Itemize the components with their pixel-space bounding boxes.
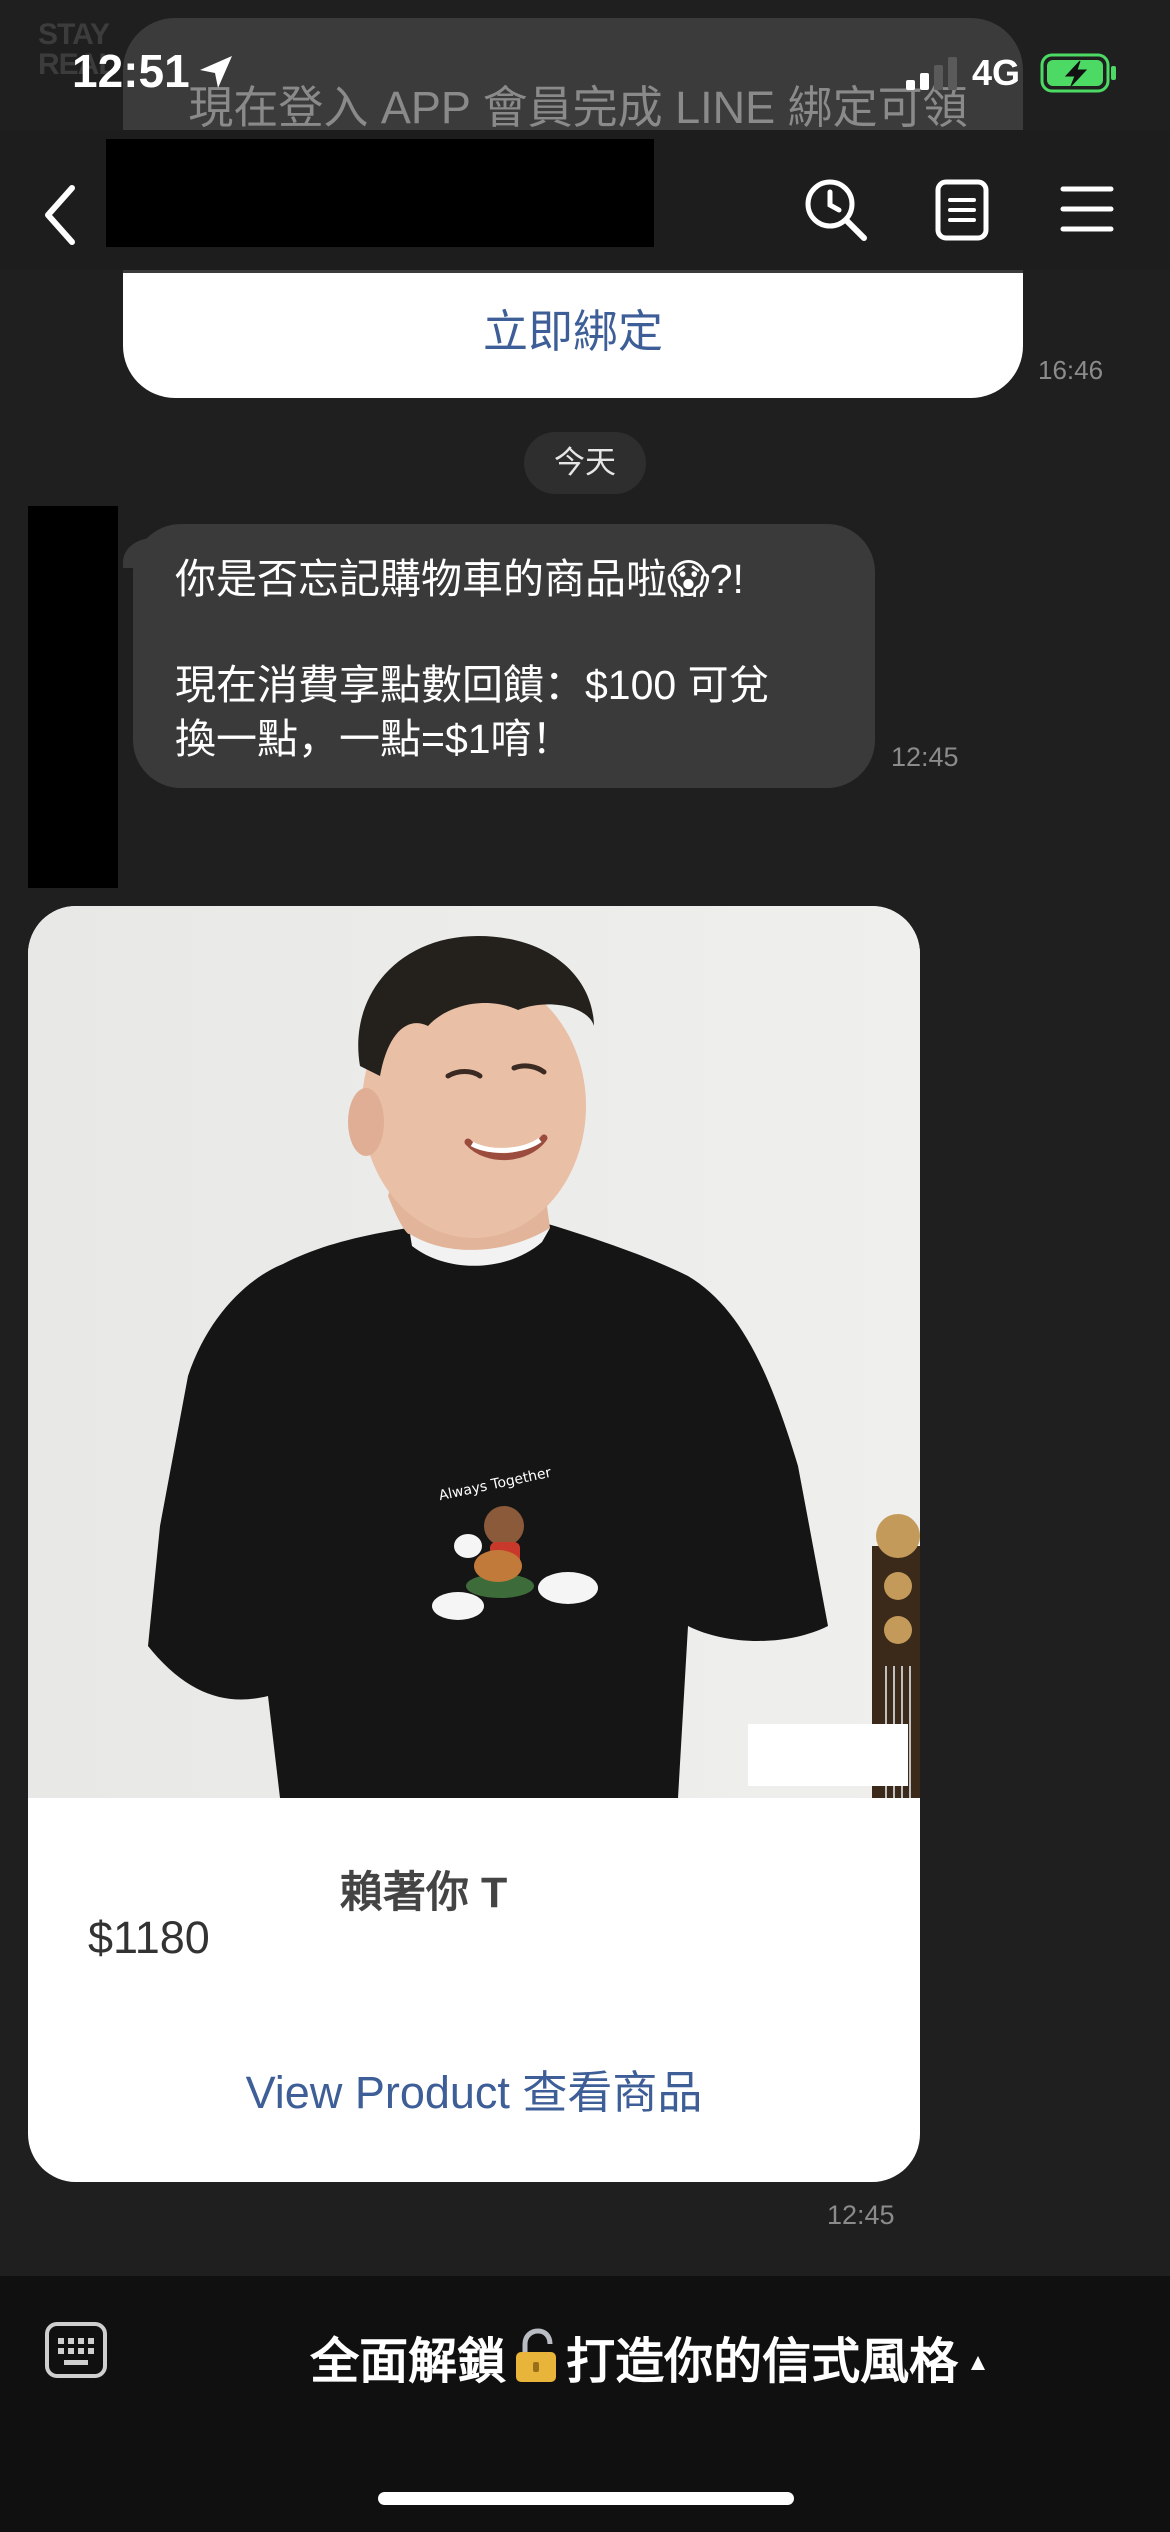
notes-icon[interactable]: [934, 178, 990, 242]
message-line-3: 換一點，一點=$1唷！: [175, 716, 573, 762]
product-card[interactable]: Always Together 賴著你 T $1180 View Product…: [28, 906, 920, 2182]
rich-menu-caret-icon: ▲: [966, 2349, 990, 2376]
chat-name-redacted: [106, 139, 654, 247]
photo-watermark-redacted: [748, 1724, 908, 1786]
lock-icon: [516, 2328, 557, 2382]
location-arrow-icon: [200, 56, 232, 88]
rich-menu-label-post: 打造你的信式風格: [566, 2335, 959, 2389]
chat-screen: 現在登入 APP 會員完成 LINE 綁定可領現用！ 立即綁定 16:46 ST…: [0, 0, 1170, 2532]
message-time: 12:45: [891, 742, 959, 772]
avatar[interactable]: [28, 506, 118, 888]
product-photo[interactable]: Always Together: [28, 906, 920, 1798]
product-price: $1180: [88, 1912, 210, 1963]
menu-icon[interactable]: [1060, 184, 1114, 234]
search-icon[interactable]: [800, 174, 870, 244]
message-line-1: 你是否忘記購物車的商品啦😱?!: [175, 556, 744, 602]
network-type: 4G: [972, 52, 1021, 93]
chat-header: [0, 130, 1170, 270]
rich-menu-toggle[interactable]: 全面解鎖 打造你的信式風格 ▲: [0, 2322, 1170, 2393]
view-product-button[interactable]: View Product 查看商品: [28, 2056, 920, 2121]
card-time: 12:45: [827, 2200, 895, 2230]
product-title: 賴著你 T: [340, 1869, 508, 1917]
previous-message-time: 16:46: [1038, 355, 1104, 385]
battery-charging-icon: [1040, 53, 1116, 93]
message-line-2: 現在消費享點數回饋：$100 可兌: [175, 662, 770, 708]
bubble-tail: [123, 538, 159, 568]
text-message-bubble[interactable]: 你是否忘記購物車的商品啦😱?! 現在消費享點數回饋：$100 可兌 換一點，一點…: [123, 524, 875, 788]
date-separator: 今天: [524, 432, 646, 494]
home-indicator[interactable]: [378, 2492, 794, 2505]
bind-now-button[interactable]: 立即綁定: [123, 273, 1023, 398]
rich-menu-label-pre: 全面解鎖: [310, 2335, 507, 2389]
signal-icon: [906, 57, 957, 90]
back-chevron-icon[interactable]: [36, 180, 84, 250]
status-bar: STAY REAL 12:51 4G: [0, 0, 1170, 140]
status-time: 12:51: [72, 45, 190, 97]
